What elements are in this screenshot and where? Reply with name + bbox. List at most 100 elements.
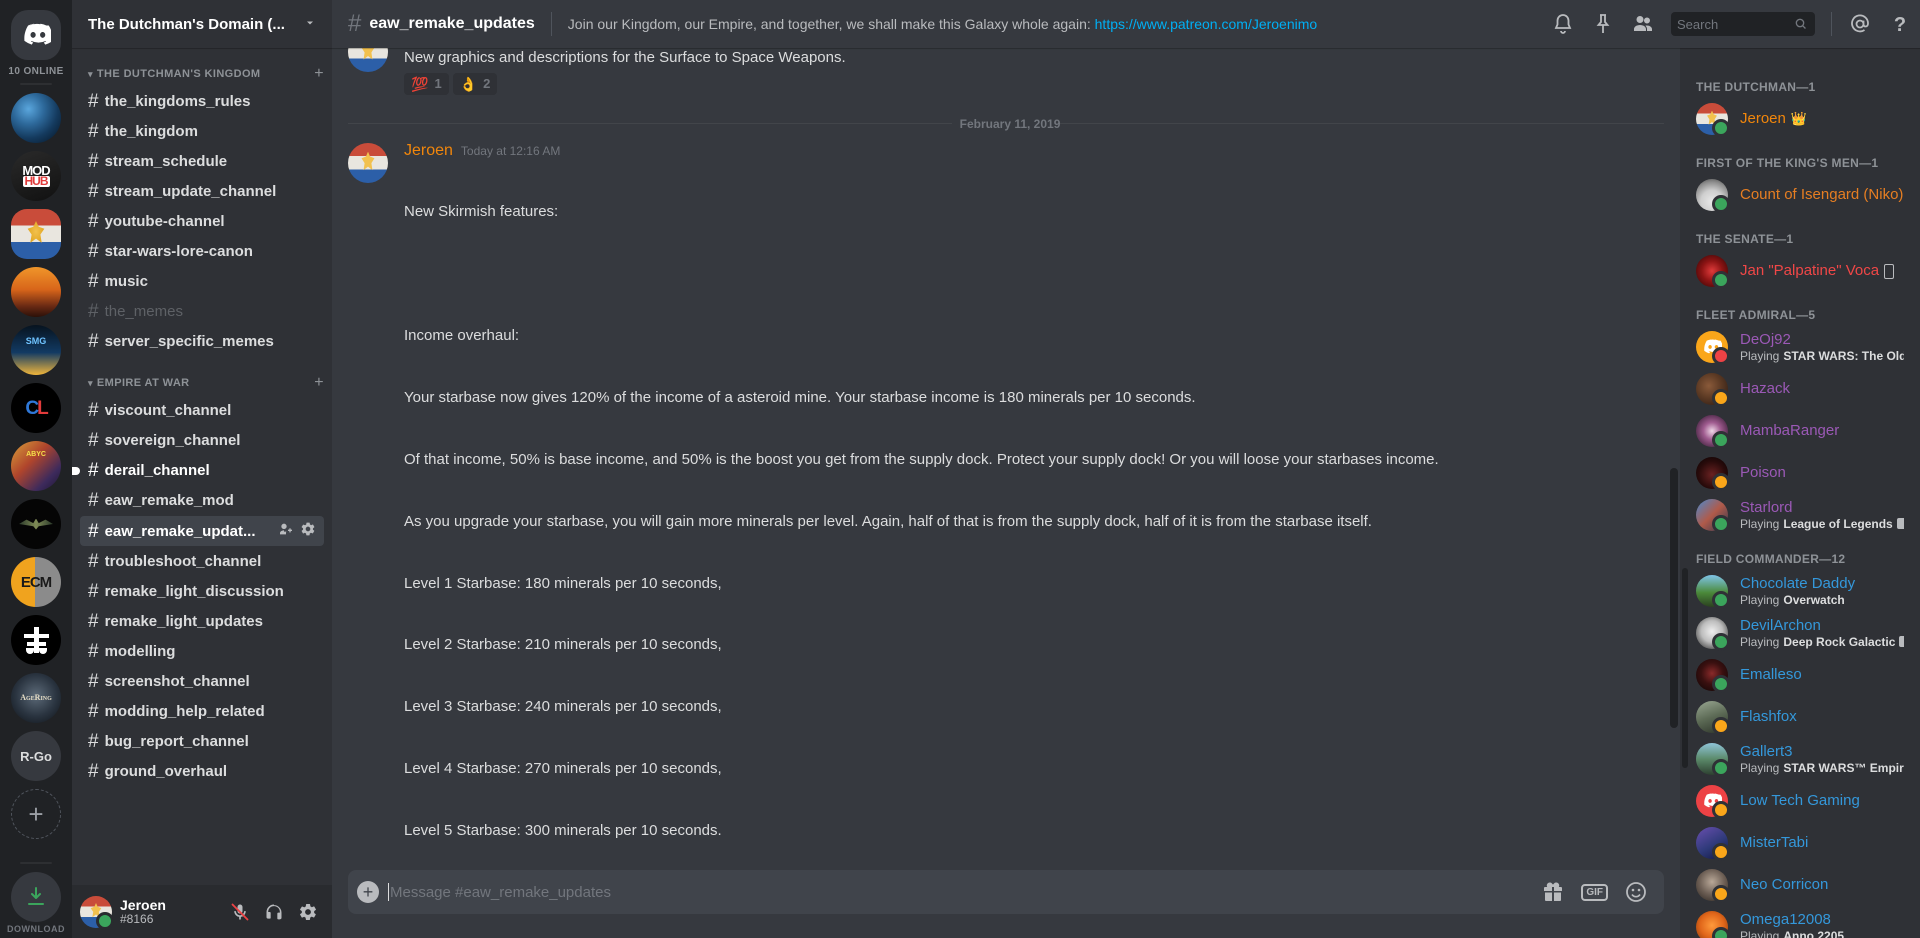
message-list[interactable]: New graphics and descriptions for the Su… (332, 48, 1680, 870)
member-row[interactable]: Hazack (1688, 368, 1912, 410)
pin-icon[interactable] (1591, 12, 1615, 36)
status-badge (1712, 717, 1730, 735)
sidebar-channel-eaw_remake_updates[interactable]: # eaw_remake_updat... (80, 516, 324, 546)
create-channel-icon[interactable]: + (314, 375, 324, 391)
member-activity: Playing STAR WARS: The Old Rep... (1740, 349, 1904, 363)
sidebar-channel-stream_schedule[interactable]: # stream_schedule (80, 147, 324, 176)
server-icon-comic[interactable]: ABYC (11, 441, 61, 491)
avatar[interactable] (348, 142, 388, 183)
member-row[interactable]: Count of Isengard (Niko) (1688, 174, 1912, 216)
gear-icon[interactable] (300, 521, 316, 541)
user-identity[interactable]: Jeroen #8166 (120, 897, 216, 927)
members-icon[interactable] (1631, 12, 1655, 36)
reaction[interactable]: 👌 2 (452, 72, 498, 95)
member-row[interactable]: Omega12008 Playing Anno 2205 (1688, 906, 1912, 938)
channel-topic-link[interactable]: https://www.patreon.com/Jeroenimo (1095, 16, 1318, 32)
server-icon-dutchmans-domain[interactable] (11, 209, 61, 259)
message-input[interactable]: Message #eaw_remake_updates (388, 883, 1541, 901)
member-row[interactable]: MisterTabi (1688, 822, 1912, 864)
gift-icon[interactable] (1541, 880, 1565, 904)
server-icon-earth[interactable] (11, 93, 61, 143)
sidebar-channel-star-wars-lore-canon[interactable]: # star-wars-lore-canon (80, 237, 324, 266)
sidebar-channel-music[interactable]: # music (80, 267, 324, 296)
add-server-button[interactable]: + (11, 789, 61, 839)
member-row[interactable]: Emalleso (1688, 654, 1912, 696)
sidebar-channel-server_specific_memes[interactable]: # server_specific_memes (80, 327, 324, 356)
home-button[interactable] (11, 10, 61, 60)
help-icon[interactable]: ? (1888, 12, 1912, 36)
gear-icon[interactable] (292, 896, 324, 928)
reaction[interactable]: 💯 1 (404, 72, 449, 95)
mentions-icon[interactable] (1848, 12, 1872, 36)
sidebar-channel-viscount_channel[interactable]: # viscount_channel (80, 396, 324, 425)
avatar[interactable] (80, 895, 114, 930)
message-composer[interactable]: + Message #eaw_remake_updates GIF (348, 870, 1664, 914)
upload-attachment-button[interactable]: + (348, 870, 388, 914)
sidebar-channel-the_kingdoms_rules[interactable]: # the_kingdoms_rules (80, 87, 324, 116)
category-label: EMPIRE AT WAR (96, 377, 190, 389)
bell-icon[interactable] (1551, 12, 1575, 36)
member-row[interactable]: Flashfox (1688, 696, 1912, 738)
sidebar-channel-derail_channel[interactable]: # derail_channel (72, 456, 324, 485)
server-icon-r-go[interactable]: R-Go (11, 731, 61, 781)
member-row[interactable]: Starlord Playing League of Legends (1688, 494, 1912, 536)
member-row[interactable]: DeOj92 Playing STAR WARS: The Old Rep... (1688, 326, 1912, 368)
sidebar-channel-ground_overhaul[interactable]: # ground_overhaul (80, 757, 324, 786)
member-row[interactable]: Poison (1688, 452, 1912, 494)
sidebar-channel-bug_report_channel[interactable]: # bug_report_channel (80, 727, 324, 756)
sidebar-channel-the_kingdom[interactable]: # the_kingdom (80, 117, 324, 146)
member-row[interactable]: DevilArchon Playing Deep Rock Galactic (1688, 612, 1912, 654)
member-row[interactable]: Jan "Palpatine" Voca (1688, 250, 1912, 292)
sidebar-channel-youtube-channel[interactable]: # youtube-channel (80, 207, 324, 236)
gif-icon[interactable]: GIF (1581, 883, 1608, 901)
emoji-icon[interactable] (1624, 880, 1648, 904)
download-apps-button[interactable] (11, 872, 61, 922)
sidebar-channel-remake_light_updates[interactable]: # remake_light_updates (80, 607, 324, 636)
member-group-title: FLEET ADMIRAL—5 (1696, 308, 1816, 322)
sidebar-channel-the_memes[interactable]: # the_memes (80, 297, 324, 326)
member-list-scrollbar[interactable] (1682, 568, 1688, 768)
main-content: # eaw_remake_updates Join our Kingdom, o… (332, 0, 1920, 938)
divider-line (1060, 123, 1665, 125)
member-row[interactable]: Jeroen 👑 (1688, 98, 1912, 140)
guild-header[interactable]: The Dutchman's Domain (... (72, 0, 332, 48)
server-icon-desert[interactable] (11, 267, 61, 317)
server-icon-age-of-the-ring[interactable]: AGERING (11, 673, 61, 723)
member-row[interactable]: Low Tech Gaming (1688, 780, 1912, 822)
create-channel-icon[interactable]: + (314, 66, 324, 82)
microphone-muted-icon[interactable] (224, 896, 256, 928)
member-list[interactable]: THE DUTCHMAN—1 Jeroen 👑 FIRST OF THE KIN… (1680, 48, 1920, 938)
avatar (1696, 179, 1730, 213)
category-header-dutchmans-kingdom[interactable]: ▾ THE DUTCHMAN'S KINGDOM + (72, 48, 332, 86)
server-icon-cl[interactable]: CL (11, 383, 61, 433)
server-icon-smg[interactable]: SMG (11, 325, 61, 375)
messages-scrollbar[interactable] (1670, 468, 1678, 728)
member-row[interactable]: MambaRanger (1688, 410, 1912, 452)
server-icon-cross[interactable] (11, 615, 61, 665)
create-invite-icon[interactable] (278, 521, 294, 541)
member-row[interactable]: Gallert3 Playing STAR WARS™ Empire at ..… (1688, 738, 1912, 780)
member-row[interactable]: Neo Corricon (1688, 864, 1912, 906)
activity-game: Deep Rock Galactic (1783, 634, 1896, 649)
headphones-icon[interactable] (258, 896, 290, 928)
sidebar-channel-stream_update_channel[interactable]: # stream_update_channel (80, 177, 324, 206)
server-icon-wings[interactable] (11, 499, 61, 549)
sidebar-channel-eaw_remake_mod[interactable]: # eaw_remake_mod (80, 486, 324, 515)
sidebar-channel-modelling[interactable]: # modelling (80, 637, 324, 666)
hash-icon: # (88, 121, 99, 142)
server-icon-mod-hub[interactable]: MOD HUB (11, 151, 61, 201)
category-header-empire-at-war[interactable]: ▾ EMPIRE AT WAR + (72, 357, 332, 395)
hash-icon: # (348, 10, 362, 37)
message-author[interactable]: Jeroen (404, 141, 453, 161)
sidebar-channel-sovereign_channel[interactable]: # sovereign_channel (80, 426, 324, 455)
member-row[interactable]: Chocolate Daddy Playing Overwatch (1688, 570, 1912, 612)
member-name: Omega12008 (1740, 910, 1831, 928)
sidebar-channel-troubleshoot_channel[interactable]: # troubleshoot_channel (80, 547, 324, 576)
search-input[interactable]: Search (1671, 12, 1815, 36)
sidebar-channel-screenshot_channel[interactable]: # screenshot_channel (80, 667, 324, 696)
server-icon-ecm[interactable]: ECM (11, 557, 61, 607)
status-badge (1712, 927, 1730, 938)
sidebar-channel-modding_help_related[interactable]: # modding_help_related (80, 697, 324, 726)
sidebar-channel-remake_light_discussion[interactable]: # remake_light_discussion (80, 577, 324, 606)
avatar[interactable] (348, 48, 388, 72)
